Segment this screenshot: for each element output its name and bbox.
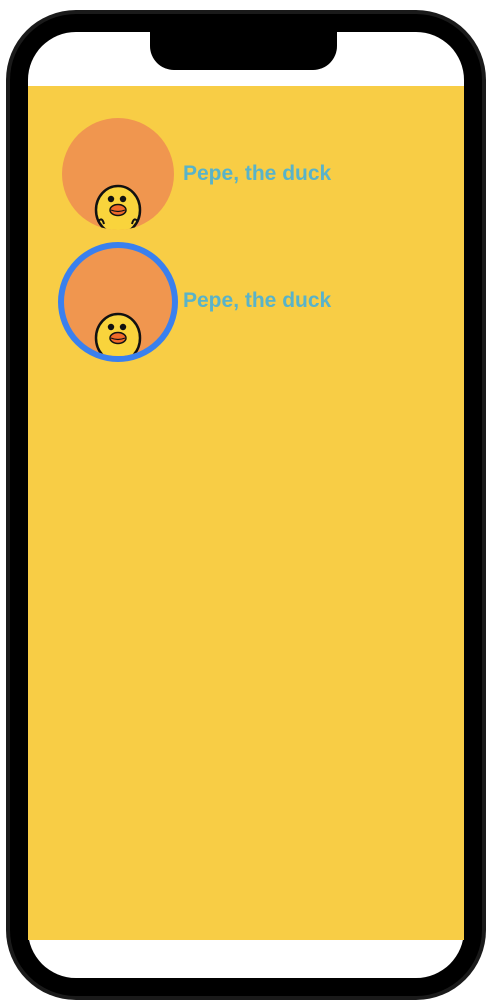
profile-name: Pepe, the duck xyxy=(183,162,332,185)
notch xyxy=(150,32,337,70)
duck-icon xyxy=(94,184,142,230)
avatar-selected[interactable] xyxy=(58,242,178,362)
profile-row[interactable]: Pepe, the duck xyxy=(28,242,464,362)
profile-row[interactable]: Pepe, the duck xyxy=(28,118,464,238)
profile-name: Pepe, the duck xyxy=(183,289,332,312)
avatar[interactable] xyxy=(62,118,174,230)
duck-icon xyxy=(94,312,142,356)
content-area: Pepe, the duck Pepe, the duck xyxy=(28,86,464,940)
